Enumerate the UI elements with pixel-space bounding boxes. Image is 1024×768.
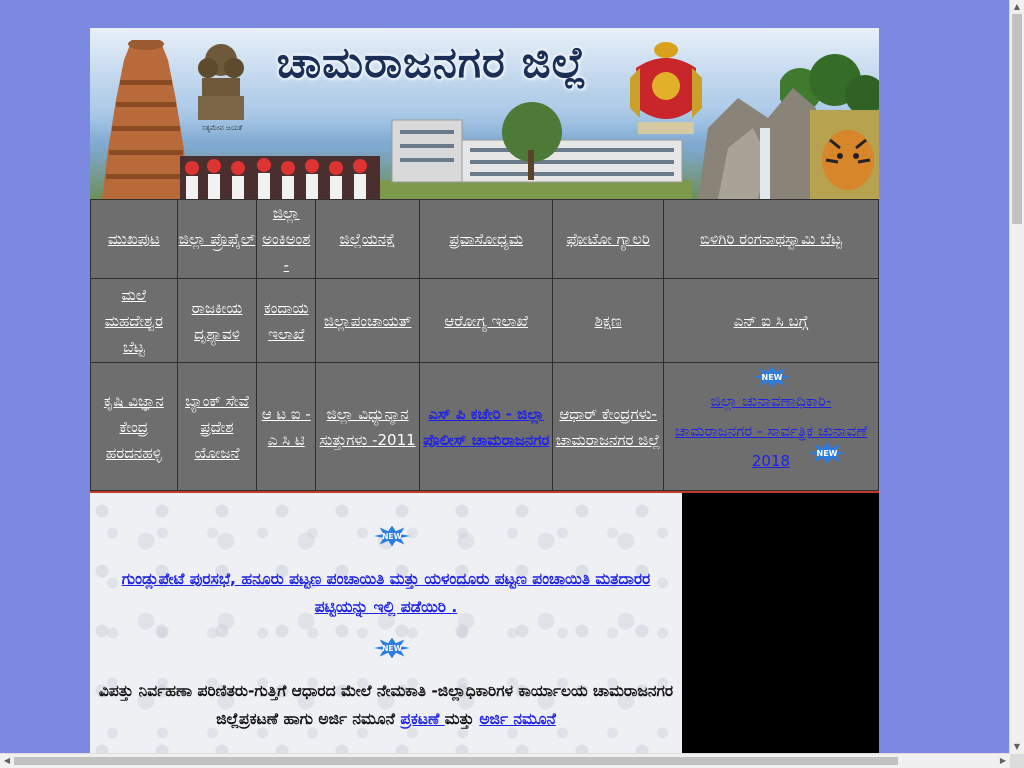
- nav-zilla-panchayat-link[interactable]: ಜಿಲ್ಲಾಪಂಚಾಯತ್: [324, 312, 412, 330]
- nav-cell: ಎಸ್ ಪಿ ಕಚೇರಿ - ಜಿಲ್ಲಾ ಪೊಲೀಸ್ ಚಾಮರಾಜನಗರ: [419, 362, 554, 491]
- waterfall-rocks-image: [698, 88, 816, 199]
- nav-cell: ಬಿಳಿಗಿರಿ ರಂಗನಾಥಸ್ವಾಮಿ ಬೆಟ್ಟ: [662, 199, 880, 279]
- nav-electoral-rounds-link[interactable]: ಜಿಲ್ಲಾ ವಿಧ್ಯುನ್ಮಾನ ಸುತ್ತುಗಳು -2011: [320, 405, 416, 449]
- nav-cell: ಕೃಷಿ ವಿಜ್ಞಾನ ಕೇಂದ್ರ ಹರದನಹಳ್ಳಿ: [90, 362, 178, 491]
- scrollbar-corner: [1010, 754, 1024, 768]
- nav-photo-gallery-link[interactable]: ಫೋಟೋ ಗ್ಯಾಲರಿ: [567, 230, 650, 248]
- tiger-image: [810, 110, 879, 199]
- nav-home-link[interactable]: ಮುಖಪುಟ: [108, 230, 160, 248]
- nav-district-profile-link[interactable]: ಜಿಲ್ಲಾ ಪ್ರೊಫೈಲ್: [179, 230, 255, 248]
- voter-list-notice-link[interactable]: ಗುಂಡ್ಲುಪೇಟೆ ಪುರಸಭೆ, ಹನೂರು ಪಟ್ಟಣ ಪಂಚಾಯಿತಿ…: [104, 565, 668, 621]
- nav-cell: ರಾಜಕೀಯ ದೃಶ್ಯಾವಳಿ: [176, 278, 258, 363]
- nav-cell: ಜಿಲ್ಲಾ ಅಂಕಿಅಂಶ -: [256, 199, 317, 279]
- nav-cell: ಆರೋಗ್ಯ ಇಲಾಖೆ: [419, 278, 554, 363]
- application-form-link[interactable]: ಅರ್ಜಿ ನಮೂನೆ: [479, 710, 556, 728]
- sidebar-panel: [682, 493, 879, 763]
- nav-ati-act-link[interactable]: ಆ ಟ ಐ - ಎ ಸಿ ಟಿ: [262, 405, 311, 449]
- nav-cell: ಆಧಾರ್ ಕೇಂದ್ರಗಳು- ಚಾಮರಾಜನಗರ ಜಿಲ್ಲೆ: [552, 362, 664, 491]
- dancers-crowd-image: [180, 156, 380, 199]
- nav-cell: ಫೋಟೋ ಗ್ಯಾಲರಿ: [552, 199, 664, 279]
- nav-cell: NEW ಜಿಲ್ಲಾ ಚುನಾವಣಾಧಿಕಾರಿ-ಚಾಮರಾಜನಗರ - ಸಾರ…: [662, 362, 880, 491]
- nav-cell: ಬ್ಯಾಂಕ್ ಸೇವೆ ಪ್ರದೇಶ ಯೋಜನೆ: [176, 362, 258, 491]
- header-banner: ಸತ್ಯಮೇವ ಜಯತೆ ಚಾಮರಾಜನಗರ ಜಿಲ್ಲೆ: [90, 28, 879, 199]
- svg-text:NEW: NEW: [382, 644, 402, 653]
- new-badge-icon: NEW: [374, 637, 410, 659]
- nav-biligiri-link[interactable]: ಬಿಳಿಗಿರಿ ರಂಗನಾಥಸ್ವಾಮಿ ಬೆಟ್ಟ: [700, 230, 842, 248]
- nav-cell: ಜಿಲ್ಲಾಪಂಚಾಯತ್: [315, 278, 421, 363]
- page-container: ಸತ್ಯಮೇವ ಜಯತೆ ಚಾಮರಾಜನಗರ ಜಿಲ್ಲೆ ಮುಖಪುಟ ಜಿಲ…: [90, 28, 880, 763]
- nav-cell: ಕಂದಾಯ ಇಲಾಖೆ: [256, 278, 317, 363]
- recruitment-notice-and: ಮತ್ತು: [444, 710, 480, 728]
- nav-aadhaar-centres-link[interactable]: ಆಧಾರ್ ಕೇಂದ್ರಗಳು- ಚಾಮರಾಜನಗರ ಜಿಲ್ಲೆ: [556, 405, 660, 449]
- banner-title: ಚಾಮರಾಜನಗರ ಜಿಲ್ಲೆ: [276, 38, 588, 88]
- nav-cell: ಜಿಲ್ಲಾ ಪ್ರೊಫೈಲ್: [176, 199, 258, 279]
- banner-motto: ಸತ್ಯಮೇವ ಜಯತೆ: [201, 124, 243, 132]
- vertical-scrollbar[interactable]: ▲ ▼: [1009, 0, 1024, 754]
- nav-political-link[interactable]: ರಾಜಕೀಯ ದೃಶ್ಯಾವಳಿ: [192, 299, 243, 343]
- horizontal-scrollbar[interactable]: ◀ ▶: [0, 753, 1010, 768]
- nav-bank-service-link[interactable]: ಬ್ಯಾಂಕ್ ಸೇವೆ ಪ್ರದೇಶ ಯೋಜನೆ: [185, 392, 249, 462]
- new-badge-icon: NEW: [374, 525, 410, 547]
- scroll-up-arrow-icon[interactable]: ▲: [1010, 0, 1024, 14]
- nav-cell: ಜಿಲ್ಲೆಯನಕ್ಷೆ: [315, 199, 421, 279]
- nav-cell: ಪ್ರವಾಸೋಧ್ಯಮ: [419, 199, 554, 279]
- nav-revenue-dept-link[interactable]: ಕಂದಾಯ ಇಲಾಖೆ: [264, 299, 308, 343]
- nav-cell: ಆ ಟ ಐ - ಎ ಸಿ ಟಿ: [256, 362, 317, 491]
- nav-about-nic-link[interactable]: ಎನ್ ಐ ಸಿ ಬಗ್ಗೆ: [734, 312, 809, 330]
- karnataka-seal-icon: [630, 42, 702, 134]
- nav-cell: ಎನ್ ಐ ಸಿ ಬಗ್ಗೆ: [662, 278, 880, 363]
- announcements-panel: NEW ಗುಂಡ್ಲುಪೇಟೆ ಪುರಸಭೆ, ಹನೂರು ಪಟ್ಟಣ ಪಂಚಾ…: [90, 493, 682, 763]
- nav-cell: ಮುಖಪುಟ: [90, 199, 178, 279]
- horizontal-scroll-thumb[interactable]: [14, 757, 898, 765]
- nav-district-map-link[interactable]: ಜಿಲ್ಲೆಯನಕ್ಷೆ: [339, 230, 395, 248]
- ashoka-emblem-icon: [198, 44, 244, 120]
- nav-krishi-vigyan-link[interactable]: ಕೃಷಿ ವಿಜ್ಞಾನ ಕೇಂದ್ರ ಹರದನಹಳ್ಳಿ: [104, 392, 164, 462]
- scroll-right-arrow-icon[interactable]: ▶: [996, 754, 1010, 768]
- nav-cell: ಮಲೆ ಮಹದೇಶ್ವರ ಬೆಟ್ಟ: [90, 278, 178, 363]
- recruitment-notice: ವಿಪತ್ತು ನಿರ್ವಹಣಾ ಪರಿಣಿತರು-ಗುತ್ತಿಗೆ ಆಧಾರದ…: [98, 677, 674, 733]
- recruitment-notice-text: ವಿಪತ್ತು ನಿರ್ವಹಣಾ ಪರಿಣಿತರು-ಗುತ್ತಿಗೆ ಆಧಾರದ…: [98, 682, 674, 728]
- scroll-down-arrow-icon[interactable]: ▼: [1010, 740, 1024, 754]
- nav-sp-office-link[interactable]: ಎಸ್ ಪಿ ಕಚೇರಿ - ಜಿಲ್ಲಾ ಪೊಲೀಸ್ ಚಾಮರಾಜನಗರ: [423, 405, 549, 449]
- vertical-scroll-thumb[interactable]: [1012, 14, 1022, 224]
- nav-district-statistics-link[interactable]: ಜಿಲ್ಲಾ ಅಂಕಿಅಂಶ -: [262, 204, 310, 274]
- nav-male-mahadeshwara-link[interactable]: ಮಲೆ ಮಹದೇಶ್ವರ ಬೆಟ್ಟ: [105, 286, 163, 356]
- scroll-left-arrow-icon[interactable]: ◀: [0, 754, 14, 768]
- new-badge-icon: NEW: [807, 441, 846, 464]
- temple-gopura-image: [102, 40, 190, 199]
- new-badge-icon: NEW: [752, 365, 791, 388]
- svg-text:NEW: NEW: [761, 373, 782, 382]
- nav-cell: ಶಿಕ್ಷಣ: [552, 278, 664, 363]
- nav-health-dept-link[interactable]: ಆರೋಗ್ಯ ಇಲಾಖೆ: [444, 312, 528, 330]
- main-navigation: ಮುಖಪುಟ ಜಿಲ್ಲಾ ಪ್ರೊಫೈಲ್ ಜಿಲ್ಲಾ ಅಂಕಿಅಂಶ - …: [90, 199, 880, 491]
- nav-cell: ಜಿಲ್ಲಾ ವಿಧ್ಯುನ್ಮಾನ ಸುತ್ತುಗಳು -2011: [315, 362, 421, 491]
- nav-education-link[interactable]: ಶಿಕ್ಷಣ: [595, 312, 622, 330]
- svg-text:NEW: NEW: [382, 532, 402, 541]
- svg-text:NEW: NEW: [816, 449, 837, 458]
- content-area: NEW ಗುಂಡ್ಲುಪೇಟೆ ಪುರಸಭೆ, ಹನೂರು ಪಟ್ಟಣ ಪಂಚಾ…: [90, 491, 879, 763]
- announcement-link[interactable]: ಪ್ರಕಟಣೆ: [400, 710, 444, 728]
- nav-tourism-link[interactable]: ಪ್ರವಾಸೋಧ್ಯಮ: [449, 230, 523, 248]
